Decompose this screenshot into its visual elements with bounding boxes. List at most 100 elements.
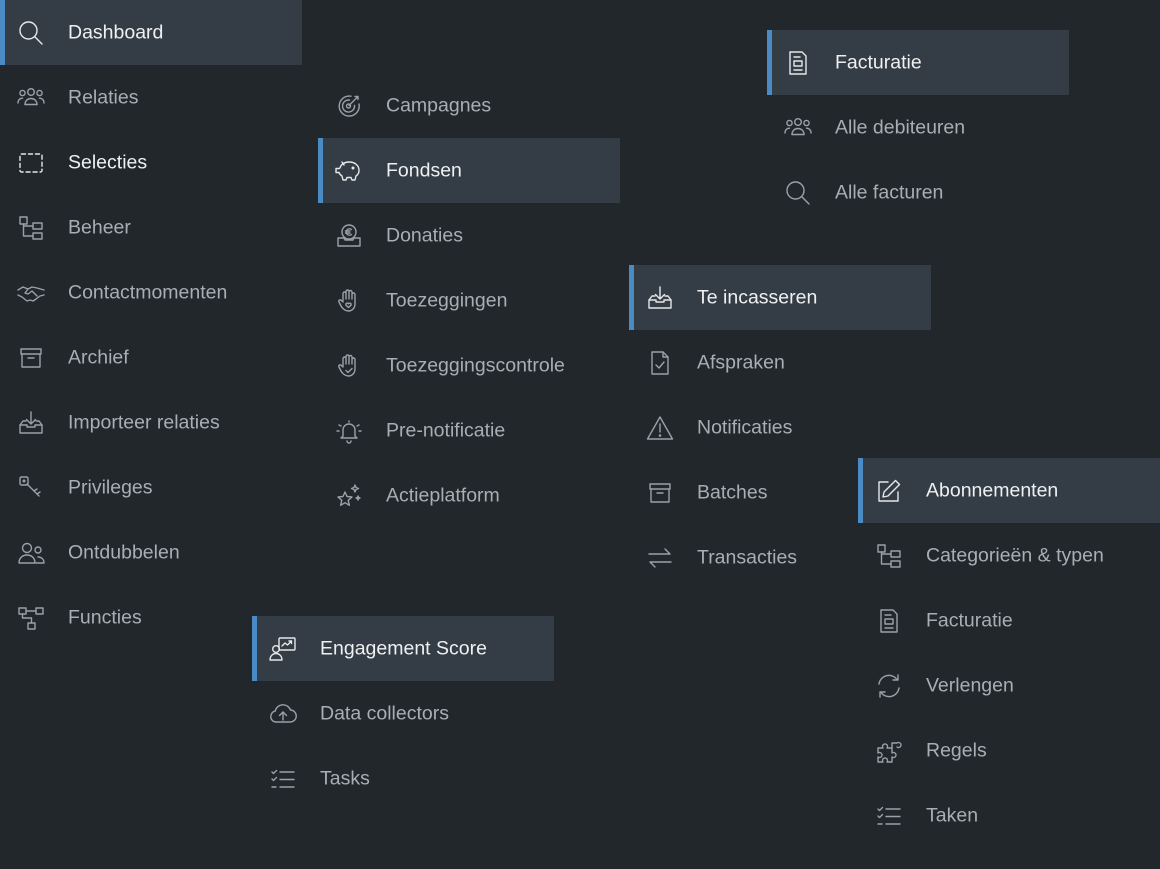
menu-item-label: Toezeggingen: [386, 289, 508, 311]
menu-item-label: Afspraken: [697, 351, 785, 373]
menu-item-afspraken[interactable]: Afspraken: [629, 330, 931, 395]
menu-item-pre-notificatie[interactable]: Pre-notificatie: [318, 398, 620, 463]
euro-tray-icon: [334, 221, 364, 251]
menu-item-regels[interactable]: Regels: [858, 718, 1160, 783]
menu-item-label: Te incasseren: [697, 286, 818, 308]
selection-icon: [16, 148, 46, 178]
checklist-icon: [874, 801, 904, 831]
edit-icon: [874, 476, 904, 506]
menu-item-toezeggingscontrole[interactable]: Toezeggingscontrole: [318, 333, 620, 398]
warning-icon: [645, 413, 675, 443]
menu-item-label: Engagement Score: [320, 637, 487, 659]
duplicate-users-icon: [16, 538, 46, 568]
campagnes-menu: Campagnes Fondsen Donaties Toezeggingen …: [318, 73, 620, 528]
menu-canvas: Dashboard Relaties Selecties Beheer Cont…: [0, 0, 1160, 869]
menu-item-te-incasseren[interactable]: Te incasseren: [629, 265, 931, 330]
menu-item-label: Transacties: [697, 546, 798, 568]
invoice-icon: [874, 606, 904, 636]
menu-item-label: Relaties: [68, 86, 139, 108]
menu-item-actieplatform[interactable]: Actieplatform: [318, 463, 620, 528]
menu-item-label: Notificaties: [697, 416, 793, 438]
facturatie-menu: Facturatie Alle debiteuren Alle facturen: [767, 30, 1069, 225]
handshake-icon: [16, 278, 46, 308]
menu-item-label: Pre-notificatie: [386, 419, 506, 441]
menu-item-data-collectors[interactable]: Data collectors: [252, 681, 554, 746]
menu-item-facturatie-abonnementen[interactable]: Facturatie: [858, 588, 1160, 653]
menu-item-label: Contactmomenten: [68, 281, 228, 303]
search-icon: [783, 178, 813, 208]
menu-item-toezeggingen[interactable]: Toezeggingen: [318, 268, 620, 333]
menu-item-label: Regels: [926, 739, 987, 761]
menu-item-categorieen-typen[interactable]: Categorieën & typen: [858, 523, 1160, 588]
menu-item-taken[interactable]: Taken: [858, 783, 1160, 848]
menu-item-label: Abonnementen: [926, 479, 1059, 501]
menu-item-label: Dashboard: [68, 21, 164, 43]
stars-icon: [334, 481, 364, 511]
archive-icon: [645, 478, 675, 508]
menu-item-label: Alle facturen: [835, 181, 944, 203]
menu-item-label: Actieplatform: [386, 484, 500, 506]
menu-item-ontdubbelen[interactable]: Ontdubbelen: [0, 520, 302, 585]
target-icon: [334, 91, 364, 121]
user-chart-icon: [268, 634, 298, 664]
cloud-upload-icon: [268, 699, 298, 729]
menu-item-label: Facturatie: [835, 51, 922, 73]
main-menu: Dashboard Relaties Selecties Beheer Cont…: [0, 0, 302, 650]
menu-item-label: Verlengen: [926, 674, 1014, 696]
transfer-icon: [645, 543, 675, 573]
menu-item-abonnementen[interactable]: Abonnementen: [858, 458, 1160, 523]
menu-item-label: Donaties: [386, 224, 463, 246]
engagement-menu: Engagement Score Data collectors Tasks: [252, 616, 554, 811]
menu-item-privileges[interactable]: Privileges: [0, 455, 302, 520]
tree-icon: [16, 213, 46, 243]
menu-item-label: Batches: [697, 481, 768, 503]
menu-item-label: Functies: [68, 606, 142, 628]
menu-item-alle-facturen[interactable]: Alle facturen: [767, 160, 1069, 225]
menu-item-beheer[interactable]: Beheer: [0, 195, 302, 260]
menu-item-engagement-score[interactable]: Engagement Score: [252, 616, 554, 681]
menu-item-facturatie[interactable]: Facturatie: [767, 30, 1069, 95]
menu-item-archief[interactable]: Archief: [0, 325, 302, 390]
menu-item-label: Alle debiteuren: [835, 116, 966, 138]
menu-item-label: Beheer: [68, 216, 131, 238]
menu-item-label: Campagnes: [386, 94, 492, 116]
import-icon: [16, 408, 46, 438]
menu-item-label: Archief: [68, 346, 129, 368]
document-check-icon: [645, 348, 675, 378]
menu-item-selecties[interactable]: Selecties: [0, 130, 302, 195]
invoice-icon: [783, 48, 813, 78]
menu-item-label: Privileges: [68, 476, 153, 498]
menu-item-contactmomenten[interactable]: Contactmomenten: [0, 260, 302, 325]
menu-item-label: Taken: [926, 804, 979, 826]
menu-item-dashboard[interactable]: Dashboard: [0, 0, 302, 65]
menu-item-label: Categorieën & typen: [926, 544, 1104, 566]
menu-item-fondsen[interactable]: Fondsen: [318, 138, 620, 203]
hierarchy-icon: [16, 603, 46, 633]
menu-item-label: Importeer relaties: [68, 411, 220, 433]
abonnementen-menu: Abonnementen Categorieën & typen Factura…: [858, 458, 1160, 848]
menu-item-label: Data collectors: [320, 702, 449, 724]
menu-item-donaties[interactable]: Donaties: [318, 203, 620, 268]
refresh-icon: [874, 671, 904, 701]
menu-item-notificaties[interactable]: Notificaties: [629, 395, 931, 460]
menu-item-tasks[interactable]: Tasks: [252, 746, 554, 811]
users-icon: [16, 83, 46, 113]
menu-item-label: Selecties: [68, 151, 148, 173]
piggy-bank-icon: [334, 156, 364, 186]
menu-item-label: Toezeggingscontrole: [386, 354, 565, 376]
bell-icon: [334, 416, 364, 446]
menu-item-label: Fondsen: [386, 159, 462, 181]
tree-icon: [874, 541, 904, 571]
search-icon: [16, 18, 46, 48]
hand-heart-icon: [334, 286, 364, 316]
menu-item-label: Tasks: [320, 767, 370, 789]
key-icon: [16, 473, 46, 503]
hand-check-icon: [334, 351, 364, 381]
menu-item-relaties[interactable]: Relaties: [0, 65, 302, 130]
menu-item-verlengen[interactable]: Verlengen: [858, 653, 1160, 718]
menu-item-alle-debiteuren[interactable]: Alle debiteuren: [767, 95, 1069, 160]
checklist-icon: [268, 764, 298, 794]
menu-item-campagnes[interactable]: Campagnes: [318, 73, 620, 138]
users-icon: [783, 113, 813, 143]
menu-item-importeer-relaties[interactable]: Importeer relaties: [0, 390, 302, 455]
